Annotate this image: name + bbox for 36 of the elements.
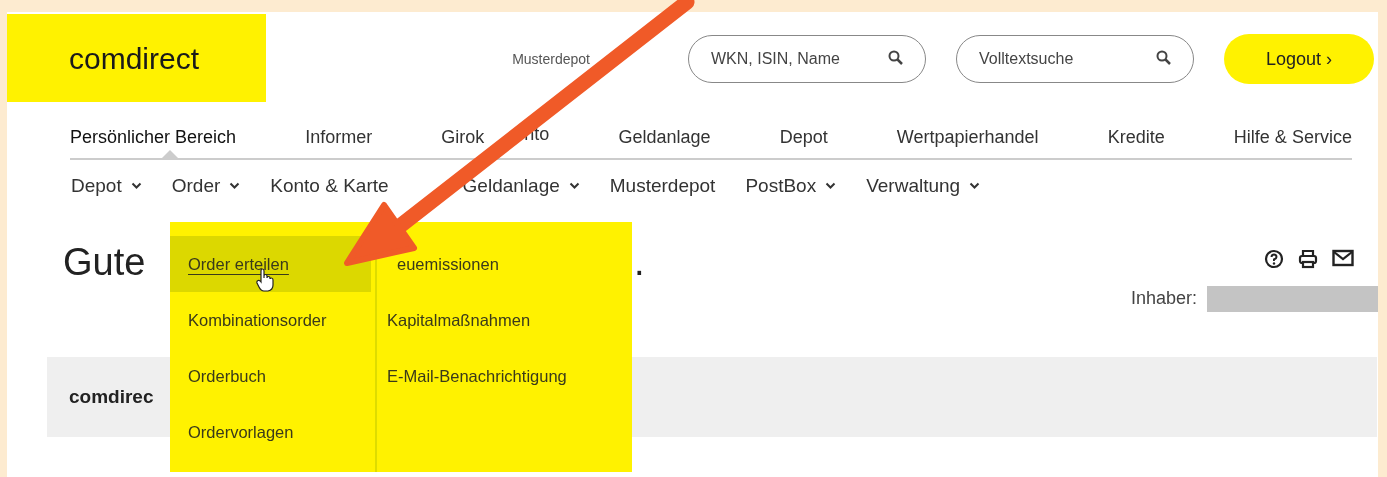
- nav-tab[interactable]: Geldanlage: [618, 124, 711, 151]
- logo[interactable]: comdirect: [7, 14, 266, 102]
- nav-tab[interactable]: Persönlicher Bereich: [70, 124, 237, 151]
- subnav-link[interactable]: PostBox: [745, 171, 837, 201]
- nav-tab[interactable]: Kredite: [1107, 124, 1165, 151]
- subnav-link[interactable]: Musterdepot: [609, 171, 716, 201]
- search-icon: [1156, 50, 1172, 66]
- menu-item[interactable]: Kombinationsorder: [188, 307, 327, 333]
- greeting-heading: Gute: [63, 240, 146, 285]
- help-icon[interactable]: [1264, 249, 1284, 269]
- owner-label: Inhaber:: [1130, 287, 1197, 310]
- section-title: comdirec: [69, 384, 154, 409]
- greeting-heading-end: .: [634, 240, 645, 285]
- menu-item[interactable]: Orderbuch: [188, 363, 266, 389]
- print-icon[interactable]: [1298, 249, 1318, 269]
- menu-item[interactable]: Kapitalmaßnahmen: [387, 307, 531, 333]
- nav-tab[interactable]: Hilfe & Service: [1233, 124, 1352, 151]
- mail-icon[interactable]: [1332, 249, 1354, 267]
- subnav-link[interactable]: Geldanlage: [462, 171, 580, 201]
- hand-cursor-icon: [256, 268, 274, 292]
- subnav-link[interactable]: Order: [171, 171, 241, 201]
- nav-tab[interactable]: Informer: [305, 124, 373, 151]
- subnav-link[interactable]: Verwaltung: [866, 171, 981, 201]
- menu-item[interactable]: Ordervorlagen: [188, 419, 294, 445]
- nav-tab[interactable]: Wertpapierhandel: [896, 124, 1039, 151]
- account-link[interactable]: Musterdepot: [512, 48, 590, 70]
- logout-button[interactable]: Logout ›: [1224, 34, 1374, 84]
- nav-tab[interactable]: Girok: [441, 124, 485, 151]
- subnav-link[interactable]: Konto & Karte: [270, 171, 389, 201]
- subnav-link[interactable]: Depot: [71, 171, 142, 201]
- search-icon: [888, 50, 904, 66]
- menu-item[interactable]: euemissionen: [397, 251, 499, 277]
- nav-tab[interactable]: Depot: [779, 124, 828, 151]
- fulltext-search-field[interactable]: Volltextsuche: [956, 35, 1194, 83]
- search-field[interactable]: WKN, ISIN, Name: [688, 35, 926, 83]
- menu-item[interactable]: E-Mail-Benachrichtigung: [387, 363, 567, 389]
